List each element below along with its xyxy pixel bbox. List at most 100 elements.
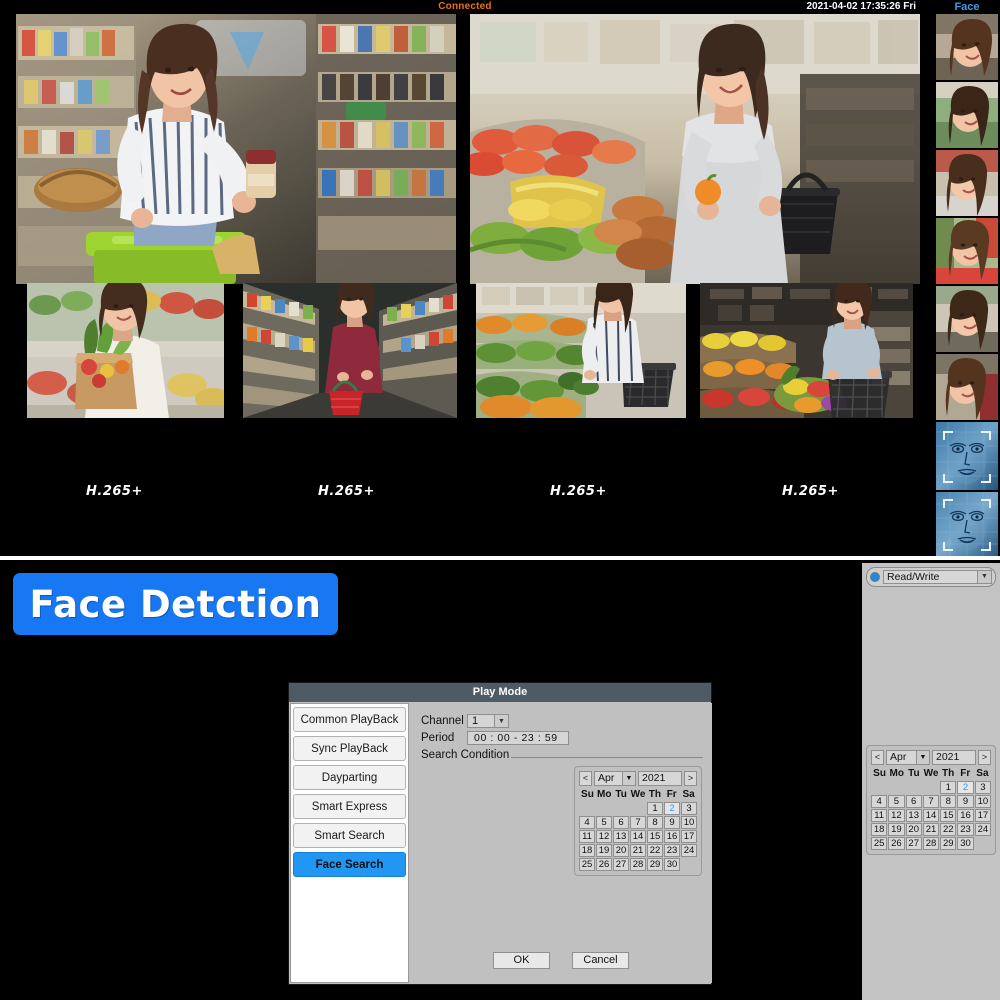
calendar-day-5[interactable]: 5: [888, 795, 905, 808]
calendar-day-8[interactable]: 8: [647, 816, 663, 829]
menu-item-sync-playback[interactable]: Sync PlayBack: [293, 736, 406, 761]
face-capture-1[interactable]: [936, 14, 998, 80]
menu-item-smart-search[interactable]: Smart Search: [293, 823, 406, 848]
calendar-day-23[interactable]: 23: [957, 823, 974, 836]
calendar-day-2[interactable]: 2: [664, 802, 680, 815]
calendar-day-10[interactable]: 10: [681, 816, 697, 829]
radio-selected-icon[interactable]: [870, 572, 880, 582]
face-capture-5[interactable]: [936, 286, 998, 352]
calendar-day-26[interactable]: 26: [888, 837, 905, 850]
chevron-down-icon[interactable]: ▼: [622, 772, 635, 785]
calendar-day-8[interactable]: 8: [940, 795, 957, 808]
video-channel-3[interactable]: [27, 283, 224, 418]
calendar-day-20[interactable]: 20: [905, 823, 922, 836]
calendar-day-10[interactable]: 10: [974, 795, 991, 808]
calendar-day-11[interactable]: 11: [579, 830, 595, 843]
calendar-day-20[interactable]: 20: [613, 844, 629, 857]
month-select[interactable]: Apr ▼: [594, 771, 636, 786]
calendar-day-3[interactable]: 3: [974, 781, 991, 794]
calendar-day-2[interactable]: 2: [957, 781, 974, 794]
dialog-date-picker[interactable]: < Apr ▼ 2021 > Su Mo Tu We Th Fr Sa 1234567891…: [574, 766, 702, 876]
calendar-day-21[interactable]: 21: [922, 823, 940, 836]
month-select[interactable]: Apr ▼: [886, 750, 930, 765]
calendar-day-11[interactable]: 11: [871, 809, 888, 822]
calendar-day-22[interactable]: 22: [647, 844, 663, 857]
calendar-day-24[interactable]: 24: [681, 844, 697, 857]
calendar-day-29[interactable]: 29: [647, 858, 663, 871]
chevron-down-icon[interactable]: ▼: [977, 571, 991, 583]
panel-date-picker[interactable]: < Apr ▼ 2021 > Su Mo Tu We Th Fr Sa 1234567891…: [866, 745, 996, 855]
calendar-day-30[interactable]: 30: [664, 858, 680, 871]
calendar-day-27[interactable]: 27: [905, 837, 922, 850]
menu-item-common-playback[interactable]: Common PlayBack: [293, 707, 406, 732]
calendar-day-9[interactable]: 9: [664, 816, 680, 829]
calendar-day-19[interactable]: 19: [888, 823, 905, 836]
video-channel-2[interactable]: [470, 14, 920, 284]
calendar-day-18[interactable]: 18: [579, 844, 595, 857]
video-channel-6[interactable]: [700, 283, 913, 418]
face-scan-7[interactable]: [936, 422, 998, 490]
video-channel-5[interactable]: [476, 283, 686, 418]
channel-select[interactable]: 1 ▼: [467, 714, 509, 728]
prev-month-button[interactable]: <: [579, 771, 592, 786]
calendar-day-15[interactable]: 15: [940, 809, 957, 822]
calendar-day-14[interactable]: 14: [630, 830, 646, 843]
calendar-day-13[interactable]: 13: [613, 830, 629, 843]
face-panel-tab[interactable]: Face: [936, 0, 998, 14]
face-capture-2[interactable]: [936, 82, 998, 148]
face-capture-3[interactable]: [936, 150, 998, 216]
calendar-day-7[interactable]: 7: [630, 816, 646, 829]
calendar-day-28[interactable]: 28: [922, 837, 940, 850]
calendar-day-16[interactable]: 16: [957, 809, 974, 822]
calendar-day-12[interactable]: 12: [596, 830, 612, 843]
ok-button[interactable]: OK: [493, 952, 550, 969]
calendar-day-18[interactable]: 18: [871, 823, 888, 836]
calendar-day-22[interactable]: 22: [940, 823, 957, 836]
year-value[interactable]: 2021: [932, 750, 976, 765]
video-channel-4[interactable]: [243, 283, 457, 418]
face-capture-4[interactable]: [936, 218, 998, 284]
chevron-down-icon[interactable]: ▼: [494, 715, 508, 727]
storage-mode-select[interactable]: Read/Write ▼: [883, 570, 992, 584]
chevron-down-icon[interactable]: ▼: [916, 751, 929, 764]
calendar-day-5[interactable]: 5: [596, 816, 612, 829]
calendar-day-12[interactable]: 12: [888, 809, 905, 822]
calendar-day-9[interactable]: 9: [957, 795, 974, 808]
storage-mode-row[interactable]: Read/Write ▼: [866, 567, 996, 587]
face-capture-6[interactable]: [936, 354, 998, 420]
period-input[interactable]: 00 : 00 - 23 : 59: [467, 731, 569, 745]
calendar-day-17[interactable]: 17: [681, 830, 697, 843]
calendar-day-27[interactable]: 27: [613, 858, 629, 871]
calendar-day-13[interactable]: 13: [905, 809, 922, 822]
calendar-day-19[interactable]: 19: [596, 844, 612, 857]
calendar-day-6[interactable]: 6: [905, 795, 922, 808]
calendar-day-14[interactable]: 14: [922, 809, 940, 822]
video-channel-1[interactable]: [16, 14, 456, 284]
calendar-day-3[interactable]: 3: [681, 802, 697, 815]
calendar-day-25[interactable]: 25: [871, 837, 888, 850]
calendar-day-30[interactable]: 30: [957, 837, 974, 850]
calendar-day-21[interactable]: 21: [630, 844, 646, 857]
calendar-day-28[interactable]: 28: [630, 858, 646, 871]
calendar-day-16[interactable]: 16: [664, 830, 680, 843]
calendar-day-4[interactable]: 4: [871, 795, 888, 808]
calendar-day-15[interactable]: 15: [647, 830, 663, 843]
calendar-day-1[interactable]: 1: [940, 781, 957, 794]
menu-item-face-search[interactable]: Face Search: [293, 852, 406, 877]
calendar-day-17[interactable]: 17: [974, 809, 991, 822]
face-scan-8[interactable]: [936, 492, 998, 556]
calendar-day-1[interactable]: 1: [647, 802, 663, 815]
prev-month-button[interactable]: <: [871, 750, 884, 765]
calendar-day-24[interactable]: 24: [974, 823, 991, 836]
cancel-button[interactable]: Cancel: [572, 952, 629, 969]
menu-item-smart-express[interactable]: Smart Express: [293, 794, 406, 819]
next-month-button[interactable]: >: [684, 771, 697, 786]
year-value[interactable]: 2021: [638, 771, 682, 786]
calendar-day-7[interactable]: 7: [922, 795, 940, 808]
calendar-day-4[interactable]: 4: [579, 816, 595, 829]
calendar-day-23[interactable]: 23: [664, 844, 680, 857]
calendar-day-25[interactable]: 25: [579, 858, 595, 871]
calendar-day-29[interactable]: 29: [940, 837, 957, 850]
calendar-day-6[interactable]: 6: [613, 816, 629, 829]
calendar-day-26[interactable]: 26: [596, 858, 612, 871]
